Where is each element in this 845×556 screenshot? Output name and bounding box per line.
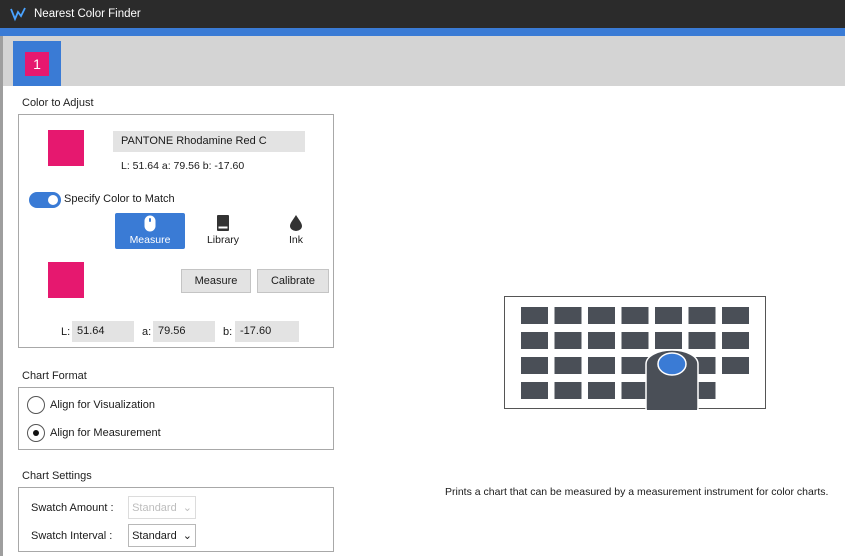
swatch-interval-value: Standard — [132, 529, 177, 542]
source-ink-button[interactable]: Ink — [261, 213, 331, 249]
chart-patch — [588, 382, 615, 399]
target-color-swatch — [48, 130, 84, 166]
align-visualization-option[interactable]: Align for Visualization — [27, 396, 155, 414]
chart-settings-heading: Chart Settings — [22, 470, 92, 482]
tab-1[interactable]: 1 — [13, 41, 61, 86]
chart-patch — [722, 307, 749, 324]
specify-color-label: Specify Color to Match — [64, 193, 175, 205]
swatch-amount-value: Standard — [132, 501, 177, 514]
chart-patch — [588, 357, 615, 374]
chart-patch — [521, 332, 548, 349]
chart-patch — [688, 307, 716, 324]
swatch-amount-select[interactable]: Standard ⌄ — [128, 496, 196, 519]
measurement-chart-illustration — [504, 296, 766, 410]
title-bar: Nearest Color Finder — [0, 0, 845, 28]
chevron-down-icon: ⌄ — [182, 502, 192, 514]
l-label: L: — [61, 326, 71, 338]
book-icon — [217, 214, 229, 232]
tab-bar: 1 — [3, 36, 845, 86]
window-title: Nearest Color Finder — [34, 8, 141, 20]
swatch-interval-label: Swatch Interval : — [31, 530, 113, 542]
chart-patch — [588, 332, 615, 349]
source-measure-label: Measure — [129, 234, 171, 246]
align-measurement-option[interactable]: Align for Measurement — [27, 424, 161, 442]
source-library-button[interactable]: Library — [188, 213, 258, 249]
mouse-icon — [144, 214, 156, 232]
source-measure-button[interactable]: Measure — [115, 213, 185, 249]
align-measurement-label: Align for Measurement — [50, 427, 161, 439]
chart-patch — [655, 307, 682, 324]
color-to-adjust-panel: PANTONE Rhodamine Red C L: 51.64 a: 79.5… — [18, 114, 334, 348]
chart-settings-panel: Swatch Amount : Standard ⌄ Swatch Interv… — [18, 487, 334, 552]
a-value-field[interactable]: 79.56 — [153, 321, 215, 342]
calibrate-button[interactable]: Calibrate — [257, 269, 329, 293]
app-logo-icon — [10, 6, 26, 22]
source-ink-label: Ink — [288, 234, 303, 246]
chart-patch — [621, 357, 649, 374]
swatch-interval-select[interactable]: Standard ⌄ — [128, 524, 196, 547]
accent-strip — [0, 28, 845, 36]
toggle-knob — [48, 195, 58, 205]
chevron-down-icon: ⌄ — [182, 530, 192, 542]
target-lab-readout: L: 51.64 a: 79.56 b: -17.60 — [121, 160, 245, 172]
chart-patch — [554, 382, 582, 399]
tab-1-label: 1 — [25, 51, 49, 76]
chart-patch — [655, 332, 682, 349]
chart-patch — [554, 332, 582, 349]
chart-patch — [621, 382, 649, 399]
illustration-description: Prints a chart that can be measured by a… — [445, 486, 829, 498]
chart-patch — [722, 332, 749, 349]
chart-patch — [621, 332, 649, 349]
specify-color-toggle[interactable] — [29, 192, 61, 208]
ink-drop-icon — [290, 214, 302, 232]
chart-patch — [688, 332, 716, 349]
color-to-adjust-heading: Color to Adjust — [22, 97, 94, 109]
chart-patch — [554, 357, 582, 374]
a-label: a: — [142, 326, 152, 338]
chart-patch — [521, 382, 548, 399]
align-visualization-radio[interactable] — [27, 396, 45, 414]
chart-patch — [621, 307, 649, 324]
source-library-label: Library — [206, 234, 240, 246]
l-value-field[interactable]: 51.64 — [72, 321, 134, 342]
chart-patch — [722, 357, 749, 374]
chart-patch — [521, 357, 548, 374]
b-label: b: — [223, 326, 233, 338]
chart-format-heading: Chart Format — [22, 370, 87, 382]
left-border — [0, 36, 3, 556]
align-measurement-radio[interactable] — [27, 424, 45, 442]
chart-patch — [554, 307, 582, 324]
align-visualization-label: Align for Visualization — [50, 399, 155, 411]
chart-patch — [521, 307, 548, 324]
color-name-field: PANTONE Rhodamine Red C — [113, 131, 305, 152]
swatch-amount-label: Swatch Amount : — [31, 502, 114, 514]
chart-format-panel: Align for Visualization Align for Measur… — [18, 387, 334, 450]
measure-button[interactable]: Measure — [181, 269, 251, 293]
chart-patch — [588, 307, 615, 324]
b-value-field[interactable]: -17.60 — [235, 321, 299, 342]
match-color-swatch — [48, 262, 84, 298]
